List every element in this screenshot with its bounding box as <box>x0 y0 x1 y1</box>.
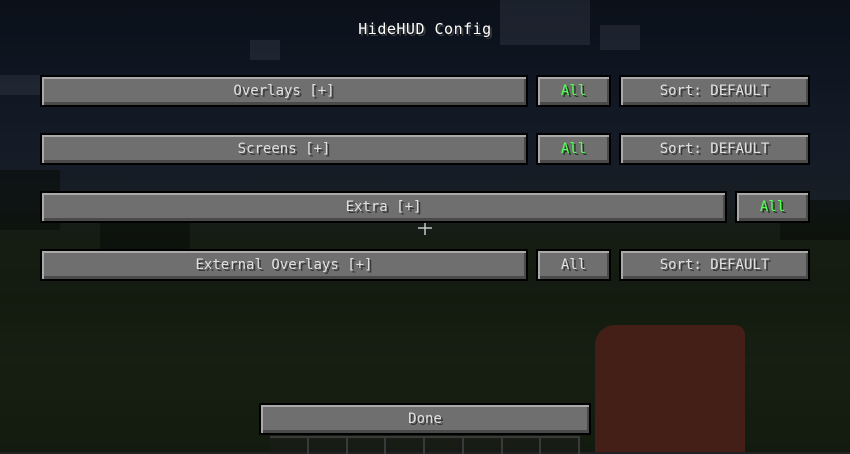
extra-all-button[interactable]: All <box>735 191 810 223</box>
external-overlays-sort-button[interactable]: Sort: DEFAULT <box>619 249 810 281</box>
overlays-all-button[interactable]: All <box>536 75 611 107</box>
done-button[interactable]: Done <box>259 403 591 435</box>
screens-toggle-button[interactable]: Screens [+] <box>40 133 528 165</box>
external-overlays-all-button[interactable]: All <box>536 249 611 281</box>
external-overlays-toggle-button[interactable]: External Overlays [+] <box>40 249 528 281</box>
hotbar <box>270 436 580 454</box>
overlays-sort-button[interactable]: Sort: DEFAULT <box>619 75 810 107</box>
page-title: HideHUD Config <box>358 20 492 38</box>
extra-toggle-button[interactable]: Extra [+] <box>40 191 727 223</box>
screens-all-button[interactable]: All <box>536 133 611 165</box>
crosshair-icon <box>418 221 432 235</box>
screens-sort-button[interactable]: Sort: DEFAULT <box>619 133 810 165</box>
overlays-toggle-button[interactable]: Overlays [+] <box>40 75 528 107</box>
